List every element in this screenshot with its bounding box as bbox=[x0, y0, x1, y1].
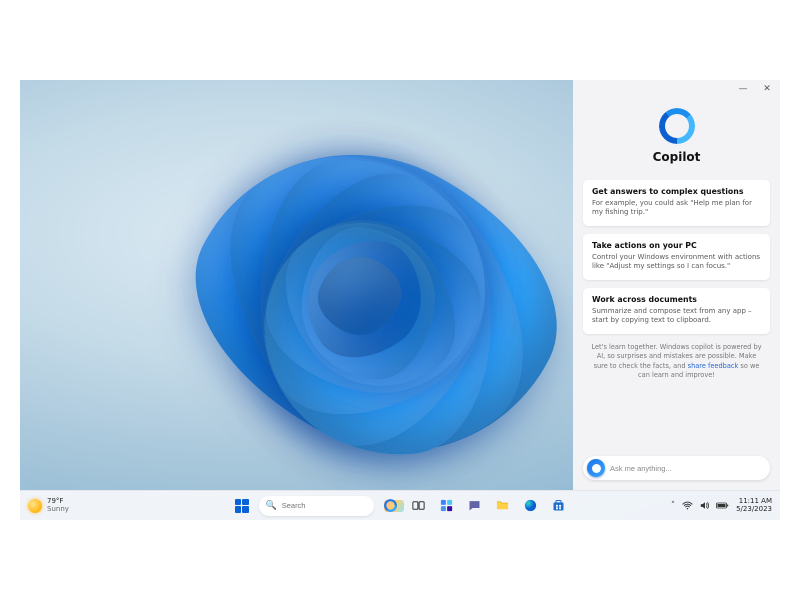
sun-icon bbox=[28, 499, 42, 513]
card-title: Get answers to complex questions bbox=[592, 187, 761, 196]
taskbar-search-input[interactable] bbox=[282, 501, 379, 510]
card-title: Work across documents bbox=[592, 295, 761, 304]
volume-icon[interactable] bbox=[699, 500, 710, 511]
close-button[interactable]: ✕ bbox=[760, 82, 774, 96]
widgets-button[interactable] bbox=[436, 495, 458, 517]
card-body: Summarize and compose text from any app … bbox=[592, 307, 761, 326]
ask-anything-field[interactable] bbox=[610, 464, 764, 473]
windows-bloom-artwork bbox=[85, 80, 640, 520]
weather-condition: Sunny bbox=[47, 506, 69, 514]
card-title: Take actions on your PC bbox=[592, 241, 761, 250]
copilot-suggestion-card[interactable]: Work across documents Summarize and comp… bbox=[583, 288, 770, 334]
copilot-input[interactable] bbox=[583, 456, 770, 480]
edge-icon bbox=[523, 498, 538, 513]
task-view-icon bbox=[411, 498, 426, 513]
tray-overflow-button[interactable]: ˄ bbox=[671, 501, 675, 511]
voice-input-icon[interactable] bbox=[587, 459, 605, 477]
copilot-suggestion-card[interactable]: Take actions on your PC Control your Win… bbox=[583, 234, 770, 280]
task-view-button[interactable] bbox=[408, 495, 430, 517]
copilot-taskbar-button[interactable] bbox=[380, 495, 402, 517]
windows-logo-icon bbox=[235, 499, 249, 513]
copilot-titlebar: — ✕ bbox=[573, 80, 780, 98]
weather-widget[interactable]: 79°F Sunny bbox=[28, 498, 69, 513]
taskbar: 79°F Sunny 🔍 bbox=[20, 490, 780, 520]
card-body: Control your Windows environment with ac… bbox=[592, 253, 761, 272]
file-explorer-button[interactable] bbox=[492, 495, 514, 517]
start-button[interactable] bbox=[231, 495, 253, 517]
store-icon bbox=[551, 498, 566, 513]
card-body: For example, you could ask "Help me plan… bbox=[592, 199, 761, 218]
share-feedback-link[interactable]: share feedback bbox=[688, 362, 739, 370]
edge-button[interactable] bbox=[520, 495, 542, 517]
widgets-icon bbox=[439, 498, 454, 513]
wifi-icon[interactable] bbox=[682, 500, 693, 511]
copilot-icon bbox=[383, 498, 398, 513]
folder-icon bbox=[495, 498, 510, 513]
clock-date: 5/23/2023 bbox=[736, 506, 772, 514]
search-icon: 🔍 bbox=[266, 501, 277, 511]
copilot-disclaimer: Let's learn together. Windows copilot is… bbox=[573, 334, 780, 381]
minimize-button[interactable]: — bbox=[736, 82, 750, 96]
copilot-title: Copilot bbox=[653, 150, 701, 164]
chat-button[interactable] bbox=[464, 495, 486, 517]
chat-icon bbox=[467, 498, 482, 513]
copilot-panel: — ✕ Copilot Get answers to complex quest… bbox=[573, 80, 780, 490]
copilot-suggestion-card[interactable]: Get answers to complex questions For exa… bbox=[583, 180, 770, 226]
battery-icon[interactable] bbox=[716, 500, 729, 511]
taskbar-search[interactable]: 🔍 bbox=[259, 496, 374, 516]
copilot-logo-icon bbox=[659, 108, 695, 144]
store-button[interactable] bbox=[548, 495, 570, 517]
clock[interactable]: 11:11 AM 5/23/2023 bbox=[736, 498, 772, 513]
